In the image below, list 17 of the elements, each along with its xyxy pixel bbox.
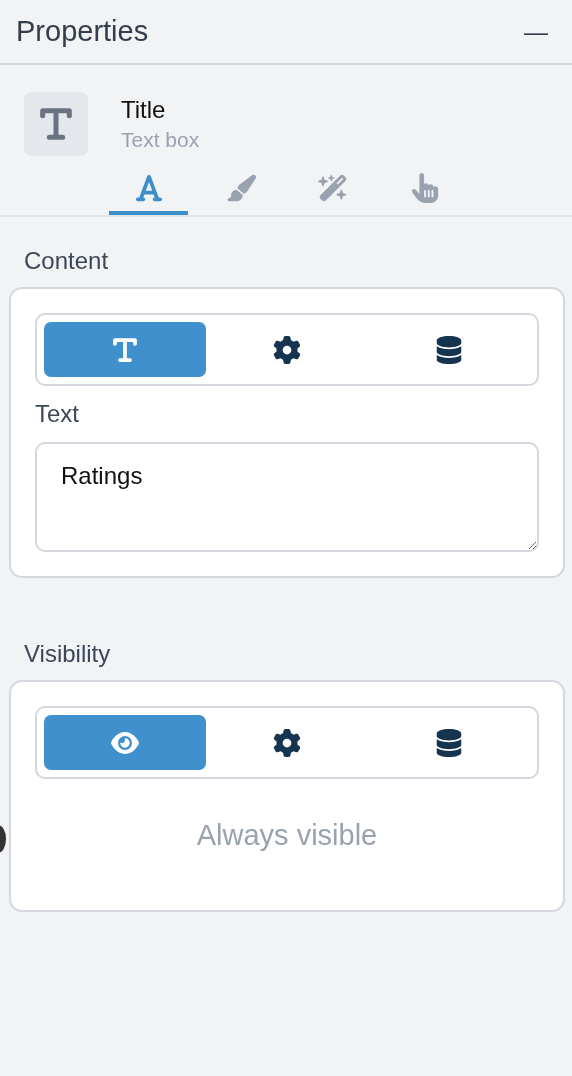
database-icon	[435, 335, 463, 364]
visibility-status: Always visible	[196, 819, 378, 852]
section-title: Content	[23, 246, 110, 276]
database-icon	[435, 728, 463, 757]
collapse-button[interactable]: —	[524, 17, 548, 46]
settings-icon	[273, 728, 301, 757]
pointer-hand-icon	[409, 172, 440, 203]
settings-icon	[273, 335, 301, 364]
brush-icon	[225, 172, 256, 203]
field-label: Text	[35, 400, 80, 428]
section-title: Visibility	[23, 639, 112, 669]
element-name: Title	[121, 96, 167, 124]
font-icon	[133, 172, 164, 203]
magic-wand-icon	[317, 172, 348, 203]
element-type: Text box	[121, 128, 200, 152]
panel-title: Properties	[16, 15, 149, 48]
text-field[interactable]: Ratings	[35, 442, 539, 552]
